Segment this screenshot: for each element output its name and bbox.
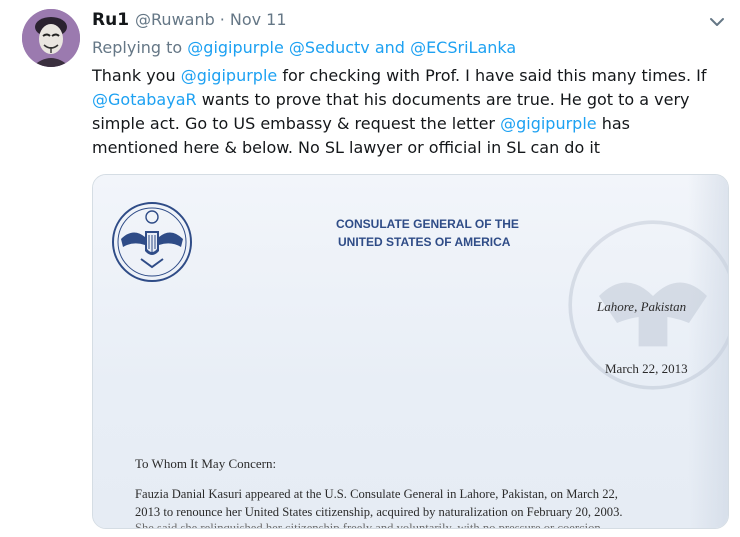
letterhead-line1: CONSULATE GENERAL OF THE xyxy=(336,217,519,231)
letter-salutation: To Whom It May Concern: xyxy=(135,456,277,471)
reply-prefix: Replying to xyxy=(92,38,183,57)
reply-mention-seductv[interactable]: @Seductv xyxy=(289,38,370,57)
avatar[interactable] xyxy=(22,9,80,67)
chevron-down-icon[interactable] xyxy=(707,14,727,30)
mention-gigipurple[interactable]: @gigipurple xyxy=(181,66,278,85)
letter-body-line: Fauzia Danial Kasuri appeared at the U.S… xyxy=(135,487,618,501)
tweet-line: @GotabayaR wants to prove that his docum… xyxy=(92,88,732,112)
text-segment: Thank you xyxy=(92,66,181,85)
tweet-line: mentioned here & below. No SL lawyer or … xyxy=(92,138,601,157)
author-name[interactable]: Ru1 xyxy=(92,10,129,30)
page-shadow xyxy=(688,175,728,528)
tweet-line: simple act. Go to US embassy & request t… xyxy=(92,112,732,136)
mention-gotabayar[interactable]: @GotabayaR xyxy=(92,90,197,109)
masked-face-avatar xyxy=(22,9,80,67)
tweet-line: Thank you @gigipurple for checking with … xyxy=(92,64,732,88)
mention-gigipurple[interactable]: @gigipurple xyxy=(500,114,597,133)
letterhead-line2: UNITED STATES OF AMERICA xyxy=(338,235,511,249)
letter-date: March 22, 2013 xyxy=(605,361,688,376)
text-segment: wants to prove that his documents are tr… xyxy=(196,90,690,109)
letterhead: CONSULATE GENERAL OF THE UNITED STATES O… xyxy=(336,215,519,251)
tweet-text: Thank you @gigipurple for checking with … xyxy=(92,64,732,160)
tweet-header: Ru1 @Ruwanb · Nov 11 xyxy=(92,10,287,30)
text-segment: simple act. Go to US embassy & request t… xyxy=(92,114,501,133)
replying-to: Replying to @gigipurple @Seductv and @EC… xyxy=(92,38,516,57)
letter-body-line-cut: She said she relinquished her citizenshi… xyxy=(135,521,611,529)
tweet: Ru1 @Ruwanb · Nov 11 Replying to @gigipu… xyxy=(0,0,740,537)
author-handle[interactable]: @Ruwanb xyxy=(135,10,215,29)
tweet-date[interactable]: Nov 11 xyxy=(230,10,287,29)
reply-mention-ecsrilanka[interactable]: @ECSriLanka xyxy=(410,38,516,57)
great-seal-icon xyxy=(112,202,192,282)
text-segment: has xyxy=(596,114,630,133)
separator-dot: · xyxy=(219,10,225,29)
letter-city: Lahore, Pakistan xyxy=(597,299,687,314)
letter-body: Fauzia Danial Kasuri appeared at the U.S… xyxy=(135,485,715,521)
reply-conjunction[interactable]: and xyxy=(375,38,405,57)
letter-body-line: 2013 to renounce her United States citiz… xyxy=(135,505,623,519)
text-segment: for checking with Prof. I have said this… xyxy=(277,66,707,85)
attached-image[interactable]: CONSULATE GENERAL OF THE UNITED STATES O… xyxy=(92,174,729,529)
reply-mention-gigipurple[interactable]: @gigipurple xyxy=(187,38,284,57)
